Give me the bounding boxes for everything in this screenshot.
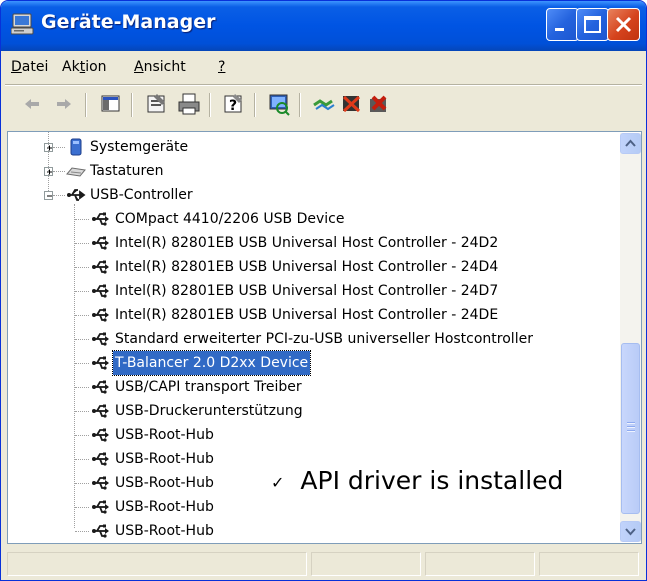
usb-device-label: T-Balancer 2.0 D2xx Device (111, 350, 312, 376)
usb-device-icon (91, 474, 111, 492)
menu-ansicht[interactable]: Ansicht (134, 59, 186, 75)
usb-device-icon (91, 354, 111, 372)
status-cell-3 (425, 552, 535, 576)
usb-device-label: USB-Root-Hub (115, 427, 214, 443)
usb-device-icon (91, 402, 111, 420)
maximize-button[interactable] (576, 8, 609, 41)
usb-device-label: USB-Druckerunterstützung (115, 403, 303, 419)
usb-device-icon (91, 234, 111, 252)
device-manager-window: Geräte-Manager Datei Aktion Ansicht ? ? … (0, 0, 647, 581)
back-arrow-icon[interactable] (19, 91, 47, 117)
usb-device-label: USB/CAPI transport Treiber (115, 379, 302, 395)
disable-device-icon[interactable] (338, 91, 366, 117)
status-cell-4 (539, 552, 639, 576)
close-button[interactable] (607, 8, 640, 41)
uninstall-device-icon[interactable] (365, 91, 393, 117)
toolbar: ? (5, 87, 642, 123)
minimize-button[interactable] (546, 8, 579, 41)
usb-device-label: COMpact 4410/2206 USB Device (115, 211, 345, 227)
show-hide-console-tree-icon[interactable] (97, 91, 125, 117)
collapse-usb-controller-button[interactable] (44, 191, 53, 200)
usb-device-icon (91, 306, 111, 324)
title-bar[interactable]: Geräte-Manager (1, 1, 646, 51)
usb-device-label: Intel(R) 82801EB USB Universal Host Cont… (115, 307, 499, 323)
scrollbar-thumb[interactable] (621, 343, 640, 514)
menu-separator (5, 84, 642, 86)
svg-text:?: ? (229, 98, 237, 114)
usb-device-icon (91, 330, 111, 348)
usb-device-icon (91, 498, 111, 516)
help-icon[interactable]: ? (220, 91, 248, 117)
forward-arrow-icon[interactable] (49, 91, 77, 117)
usb-device-label: Intel(R) 82801EB USB Universal Host Cont… (115, 259, 499, 275)
usb-device-label: USB-Root-Hub (115, 499, 214, 515)
usb-device-icon (91, 210, 111, 228)
scroll-down-button[interactable] (620, 521, 641, 542)
update-driver-icon[interactable] (310, 91, 338, 117)
status-bar (5, 549, 642, 579)
menu-bar: Datei Aktion Ansicht ? (5, 53, 642, 83)
annotation-text: ✓ API driver is installed (271, 466, 563, 495)
menu-datei[interactable]: Datei (11, 59, 48, 75)
usb-device-label: Intel(R) 82801EB USB Universal Host Cont… (115, 283, 499, 299)
status-cell-2 (311, 552, 421, 576)
status-cell-1 (7, 552, 307, 576)
window-title: Geräte-Manager (41, 11, 216, 33)
scan-hardware-icon[interactable] (265, 91, 293, 117)
usb-device-label: USB-Root-Hub (115, 451, 214, 467)
usb-device-label: Standard erweiterter PCI-zu-USB universe… (115, 331, 533, 347)
system-devices-icon (66, 138, 86, 156)
computer-icon (10, 13, 35, 35)
menu-aktion[interactable]: Aktion (62, 59, 107, 75)
print-icon[interactable] (175, 91, 203, 117)
usb-device-icon (91, 522, 111, 540)
usb-device-label: Intel(R) 82801EB USB Universal Host Cont… (115, 235, 499, 251)
vertical-scrollbar[interactable] (620, 133, 641, 542)
scroll-up-button[interactable] (620, 133, 641, 154)
checkmark-icon: ✓ (271, 472, 285, 492)
usb-device-icon (91, 378, 111, 396)
usb-device-icon (91, 258, 111, 276)
menu-help[interactable]: ? (218, 59, 225, 75)
usb-device-label: USB-Root-Hub (115, 475, 214, 491)
usb-device-icon (91, 426, 111, 444)
properties-icon[interactable] (143, 91, 171, 117)
usb-device-icon (91, 450, 111, 468)
usb-icon (66, 186, 86, 204)
keyboard-icon (66, 162, 86, 180)
usb-device-label: USB-Root-Hub (115, 523, 214, 539)
usb-device-icon (91, 282, 111, 300)
annotation-label: API driver is installed (300, 466, 564, 495)
